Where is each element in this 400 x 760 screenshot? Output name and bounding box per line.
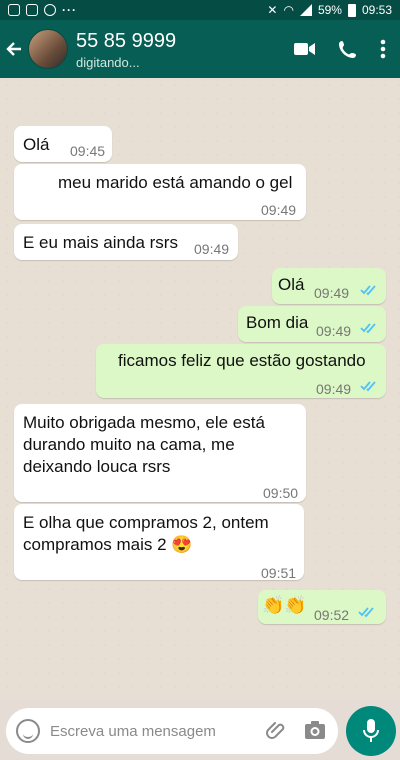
message-bubble-outgoing[interactable]: Olá 09:49: [272, 268, 386, 304]
message-time: 09:49: [194, 241, 230, 257]
wifi-icon: ◠: [283, 3, 294, 17]
back-arrow-icon[interactable]: [0, 20, 28, 78]
message-text-line: durando muito na cama, me: [23, 435, 235, 454]
mic-button[interactable]: [346, 706, 396, 756]
battery-percent: 59%: [317, 3, 342, 17]
battery-icon: [347, 3, 356, 17]
message-text-line: deixando louca rsrs: [23, 457, 171, 476]
message-bubble-incoming[interactable]: Muito obrigada mesmo, ele está durando m…: [14, 404, 306, 502]
status-bar-system: ✕ ◠ 59% 09:53: [267, 3, 392, 17]
message-text: Olá: [23, 135, 50, 154]
message-time: 09:50: [263, 485, 299, 501]
signal-icon: [299, 4, 312, 16]
camera-icon[interactable]: [304, 720, 326, 745]
phone-icon[interactable]: [338, 39, 358, 59]
message-time: 09:52: [314, 607, 350, 623]
attach-icon[interactable]: [266, 720, 288, 747]
clock: 09:53: [361, 3, 392, 17]
message-text: ficamos feliz que estão gostando: [118, 351, 366, 370]
messenger-notification-icon: [44, 4, 56, 16]
video-call-icon[interactable]: [294, 41, 316, 57]
message-text: 👏👏: [262, 595, 307, 615]
chat-area[interactable]: Olá 09:45 meu marido está amando o gel 0…: [0, 78, 400, 700]
message-time: 09:49: [316, 323, 352, 339]
status-bar-notifications: ···: [8, 3, 77, 17]
chat-header: 55 85 9999 digitando...: [0, 20, 400, 78]
message-text: Bom dia: [246, 313, 309, 332]
message-input[interactable]: Escreva uma mensagem: [6, 708, 338, 754]
read-ticks-icon: [360, 285, 376, 296]
mic-icon: [363, 719, 379, 742]
message-time: 09:49: [261, 202, 297, 218]
more-notifications-icon: ···: [62, 3, 77, 17]
message-bubble-incoming[interactable]: Olá 09:45: [14, 126, 112, 162]
contact-info[interactable]: 55 85 9999 digitando...: [76, 29, 176, 70]
message-time: 09:45: [70, 143, 106, 159]
mute-icon: ✕: [267, 3, 278, 17]
message-text-line: compramos mais 2 😍: [23, 535, 193, 554]
message-time: 09:49: [316, 381, 352, 397]
whatsapp-notification-icon: [8, 4, 20, 16]
message-bubble-outgoing[interactable]: 👏👏 09:52: [258, 590, 386, 624]
read-ticks-icon: [358, 607, 374, 618]
message-time: 09:51: [261, 565, 297, 581]
message-bubble-incoming[interactable]: meu marido está amando o gel 09:49: [14, 164, 306, 220]
message-bubble-incoming[interactable]: E olha que compramos 2, ontem compramos …: [14, 504, 304, 581]
contact-name: 55 85 9999: [76, 29, 177, 52]
emoji-icon[interactable]: [16, 719, 40, 743]
message-bubble-outgoing[interactable]: ficamos feliz que estão gostando 09:49: [96, 344, 386, 398]
message-text: E eu mais ainda rsrs: [23, 233, 178, 252]
message-bubble-incoming[interactable]: E eu mais ainda rsrs 09:49: [14, 224, 238, 260]
message-bubble-outgoing[interactable]: Bom dia 09:49: [238, 306, 386, 342]
message-text: meu marido está amando o gel: [58, 173, 293, 192]
message-text: Olá: [278, 275, 305, 294]
menu-dots-icon[interactable]: [380, 39, 386, 59]
status-bar: ··· ✕ ◠ 59% 09:53: [0, 0, 400, 20]
message-input-placeholder: Escreva uma mensagem: [50, 722, 216, 740]
message-text-line: Muito obrigada mesmo, ele está: [23, 413, 265, 432]
input-bar: Escreva uma mensagem: [0, 700, 400, 760]
message-text-line: E olha que compramos 2, ontem: [23, 513, 269, 532]
read-ticks-icon: [360, 323, 376, 334]
avatar[interactable]: [28, 29, 68, 69]
header-actions: [294, 39, 400, 59]
instagram-notification-icon: [26, 4, 38, 16]
message-time: 09:49: [314, 285, 350, 301]
read-ticks-icon: [360, 381, 376, 392]
contact-status: digitando...: [76, 54, 140, 70]
